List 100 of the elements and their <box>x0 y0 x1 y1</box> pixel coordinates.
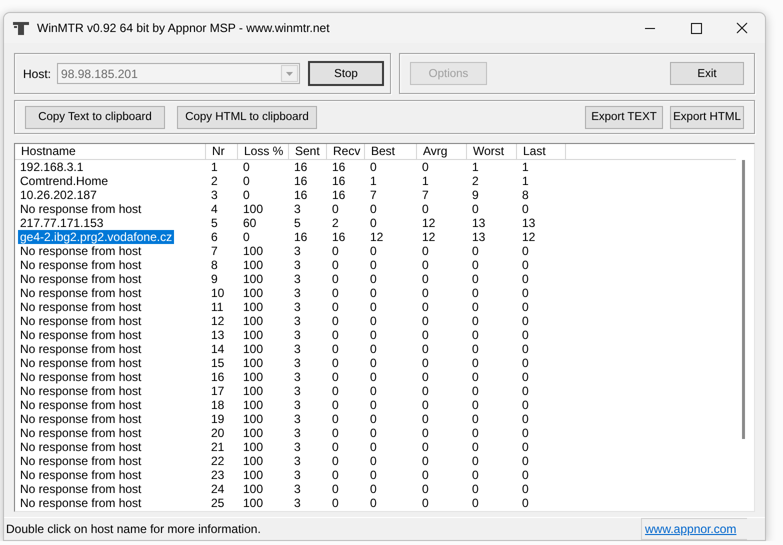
table-cell: 16 <box>332 160 346 174</box>
table-cell: 3 <box>294 496 301 510</box>
table-cell: 0 <box>370 356 377 370</box>
table-cell: 0 <box>522 314 529 328</box>
hostname-cell[interactable]: No response from host <box>18 482 144 496</box>
table-cell: 0 <box>522 258 529 272</box>
table-cell: 0 <box>472 244 479 258</box>
table-cell: 0 <box>422 398 429 412</box>
hostname-cell[interactable]: No response from host <box>18 440 144 454</box>
table-cell: 0 <box>472 258 479 272</box>
hostname-cell[interactable]: 217.77.171.153 <box>18 216 106 230</box>
table-cell: 7 <box>211 244 218 258</box>
hostname-cell[interactable]: No response from host <box>18 412 144 426</box>
table-cell: 5 <box>294 216 301 230</box>
hostname-cell[interactable]: No response from host <box>18 272 144 286</box>
table-cell: 0 <box>472 440 479 454</box>
column-header[interactable]: Loss % <box>238 144 289 160</box>
table-cell: 0 <box>522 412 529 426</box>
column-header[interactable]: Best <box>365 144 417 160</box>
table-cell: 100 <box>243 244 264 258</box>
table-cell: 0 <box>522 356 529 370</box>
column-header[interactable]: Last <box>517 144 566 160</box>
copy-button[interactable]: Copy Text to clipboard <box>25 106 165 128</box>
hostname-cell[interactable]: No response from host <box>18 300 144 314</box>
hostname-cell[interactable]: No response from host <box>18 426 144 440</box>
hostname-cell[interactable]: ge4-2.ibg2.prg2.vodafone.cz <box>18 230 174 244</box>
table-cell: 8 <box>211 258 218 272</box>
export-button[interactable]: Export TEXT <box>585 106 663 128</box>
column-header[interactable]: Sent <box>289 144 327 160</box>
table-cell: 0 <box>370 286 377 300</box>
table-cell: 16 <box>332 188 346 202</box>
results-table[interactable] <box>14 143 755 512</box>
table-cell: 20 <box>211 426 224 440</box>
column-header[interactable]: Avrg <box>417 144 467 160</box>
table-cell: 0 <box>522 496 529 510</box>
column-header[interactable]: Hostname <box>15 144 206 160</box>
hostname-cell[interactable]: No response from host <box>18 356 144 370</box>
table-cell: 0 <box>472 328 479 342</box>
table-cell: 0 <box>522 244 529 258</box>
table-cell: 0 <box>370 412 377 426</box>
hostname-cell[interactable]: No response from host <box>18 314 144 328</box>
copy-button[interactable]: Copy HTML to clipboard <box>177 106 317 128</box>
hostname-cell[interactable]: No response from host <box>18 468 144 482</box>
table-cell: 2 <box>211 174 218 188</box>
exit-button[interactable]: Exit <box>670 62 744 85</box>
table-cell: 0 <box>472 482 479 496</box>
table-cell: 0 <box>522 286 529 300</box>
table-cell: 0 <box>472 468 479 482</box>
table-cell: 5 <box>211 216 218 230</box>
hostname-cell[interactable]: No response from host <box>18 244 144 258</box>
table-cell: 0 <box>332 244 339 258</box>
table-cell: 0 <box>370 258 377 272</box>
table-cell: 24 <box>211 482 224 496</box>
table-cell: 100 <box>243 398 264 412</box>
table-cell: 100 <box>243 328 264 342</box>
hostname-cell[interactable]: 10.26.202.187 <box>18 188 99 202</box>
hostname-cell[interactable]: 192.168.3.1 <box>18 160 86 174</box>
export-button[interactable]: Export HTML <box>670 106 744 128</box>
table-cell: 0 <box>422 496 429 510</box>
table-cell: 3 <box>294 356 301 370</box>
column-header[interactable]: Worst <box>467 144 517 160</box>
hostname-cell[interactable]: No response from host <box>18 370 144 384</box>
column-header[interactable]: Recv <box>327 144 365 160</box>
table-cell: 17 <box>211 384 224 398</box>
scrollbar[interactable] <box>742 160 745 439</box>
table-cell: 0 <box>370 496 377 510</box>
hostname-cell[interactable]: No response from host <box>18 286 144 300</box>
table-cell: 100 <box>243 300 264 314</box>
table-cell: 0 <box>422 300 429 314</box>
table-cell: 0 <box>243 160 250 174</box>
hostname-cell[interactable]: No response from host <box>18 258 144 272</box>
table-cell: 0 <box>472 398 479 412</box>
table-cell: 0 <box>370 314 377 328</box>
hostname-cell[interactable]: No response from host <box>18 384 144 398</box>
table-cell: 0 <box>370 216 377 230</box>
table-cell: 100 <box>243 440 264 454</box>
table-cell: 0 <box>243 174 250 188</box>
table-cell: 0 <box>522 328 529 342</box>
table-cell: 0 <box>472 496 479 510</box>
table-cell: 0 <box>332 398 339 412</box>
hostname-cell[interactable]: Comtrend.Home <box>18 174 110 188</box>
table-cell: 0 <box>370 300 377 314</box>
hostname-cell[interactable]: No response from host <box>18 328 144 342</box>
hostname-cell[interactable]: No response from host <box>18 454 144 468</box>
table-cell: 0 <box>472 412 479 426</box>
table-cell: 0 <box>522 482 529 496</box>
table-cell: 2 <box>472 174 479 188</box>
table-cell: 0 <box>422 272 429 286</box>
hostname-cell[interactable]: No response from host <box>18 202 144 216</box>
stop-button[interactable]: Stop <box>308 61 384 86</box>
hostname-cell[interactable]: No response from host <box>18 342 144 356</box>
column-header[interactable]: Nr <box>206 144 238 160</box>
table-cell: 3 <box>294 328 301 342</box>
table-cell: 16 <box>332 174 346 188</box>
hostname-cell[interactable]: No response from host <box>18 398 144 412</box>
table-cell: 0 <box>472 356 479 370</box>
hostname-cell[interactable]: No response from host <box>18 496 144 510</box>
table-cell: 0 <box>522 342 529 356</box>
table-cell: 3 <box>294 398 301 412</box>
table-cell: 13 <box>472 216 486 230</box>
